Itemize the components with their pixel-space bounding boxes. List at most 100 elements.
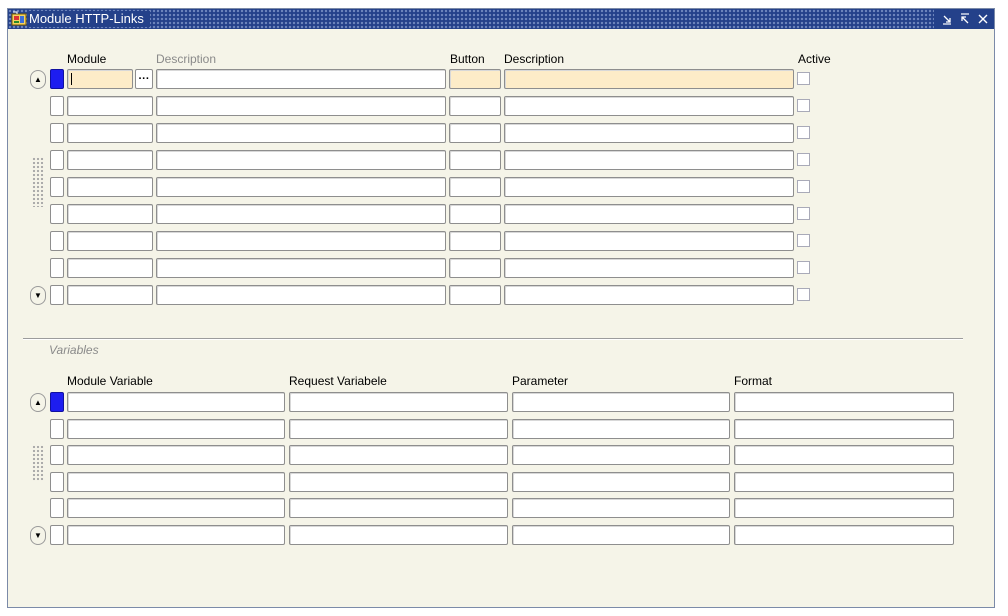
parameter-field[interactable] [512, 525, 730, 545]
request-variable-field[interactable] [289, 445, 508, 465]
request-variable-field[interactable] [289, 392, 508, 412]
button-description-field[interactable] [504, 69, 794, 89]
button-field[interactable] [449, 258, 501, 278]
module-variable-field[interactable] [67, 498, 285, 518]
description-field[interactable] [156, 69, 446, 89]
active-checkbox[interactable] [797, 180, 810, 193]
row-selector[interactable] [50, 231, 64, 251]
module-field[interactable] [67, 258, 153, 278]
module-field[interactable] [67, 231, 153, 251]
description-field[interactable] [156, 204, 446, 224]
header-button-description: Description [504, 52, 565, 66]
scroll-thumb[interactable] [32, 445, 44, 481]
button-field[interactable] [449, 123, 501, 143]
format-field[interactable] [734, 392, 954, 412]
format-field[interactable] [734, 419, 954, 439]
row-selector[interactable] [50, 123, 64, 143]
row-selector[interactable] [50, 392, 64, 412]
row-selector[interactable] [50, 525, 64, 545]
active-checkbox[interactable] [797, 288, 810, 301]
parameter-field[interactable] [512, 445, 730, 465]
button-field[interactable] [449, 231, 501, 251]
description-field[interactable] [156, 285, 446, 305]
module-http-links-window: Module HTTP-Links Module Description But… [7, 8, 995, 608]
module-variable-field[interactable] [67, 445, 285, 465]
button-field[interactable] [449, 285, 501, 305]
request-variable-field[interactable] [289, 525, 508, 545]
parameter-field[interactable] [512, 419, 730, 439]
button-field[interactable] [449, 150, 501, 170]
button-field[interactable] [449, 69, 501, 89]
module-variable-field[interactable] [67, 392, 285, 412]
row-selector[interactable] [50, 177, 64, 197]
scroll-up-icon[interactable]: ▲ [30, 70, 46, 89]
module-field[interactable] [67, 150, 153, 170]
request-variable-field[interactable] [289, 472, 508, 492]
row-selector[interactable] [50, 69, 64, 89]
format-field[interactable] [734, 525, 954, 545]
button-description-field[interactable] [504, 204, 794, 224]
row-selector[interactable] [50, 472, 64, 492]
row-selector[interactable] [50, 96, 64, 116]
parameter-field[interactable] [512, 472, 730, 492]
button-description-field[interactable] [504, 96, 794, 116]
button-description-field[interactable] [504, 285, 794, 305]
button-description-field[interactable] [504, 177, 794, 197]
row-selector[interactable] [50, 498, 64, 518]
row-selector[interactable] [50, 204, 64, 224]
active-checkbox[interactable] [797, 72, 810, 85]
scroll-down-icon[interactable]: ▼ [30, 526, 46, 545]
module-variable-field[interactable] [67, 525, 285, 545]
row-selector[interactable] [50, 258, 64, 278]
button-description-field[interactable] [504, 123, 794, 143]
description-field[interactable] [156, 123, 446, 143]
active-checkbox[interactable] [797, 234, 810, 247]
header-active: Active [798, 52, 831, 66]
list-of-values-button[interactable]: ··· [135, 69, 153, 89]
scroll-thumb[interactable] [32, 157, 44, 207]
format-field[interactable] [734, 445, 954, 465]
module-field[interactable] [67, 204, 153, 224]
module-field[interactable] [67, 123, 153, 143]
request-variable-field[interactable] [289, 419, 508, 439]
module-field[interactable] [67, 96, 153, 116]
active-checkbox[interactable] [797, 261, 810, 274]
header-request-variable: Request Variabele [289, 374, 387, 388]
section-divider [23, 338, 963, 340]
row-selector[interactable] [50, 419, 64, 439]
description-field[interactable] [156, 150, 446, 170]
module-variable-field[interactable] [67, 472, 285, 492]
parameter-field[interactable] [512, 392, 730, 412]
button-field[interactable] [449, 96, 501, 116]
button-field[interactable] [449, 204, 501, 224]
button-description-field[interactable] [504, 150, 794, 170]
request-variable-field[interactable] [289, 498, 508, 518]
active-checkbox[interactable] [797, 99, 810, 112]
row-selector[interactable] [50, 285, 64, 305]
active-checkbox[interactable] [797, 126, 810, 139]
close-icon[interactable] [974, 10, 992, 28]
module-field[interactable] [67, 69, 133, 89]
button-field[interactable] [449, 177, 501, 197]
row-selector[interactable] [50, 150, 64, 170]
scroll-up-icon[interactable]: ▲ [30, 393, 46, 412]
scroll-down-icon[interactable]: ▼ [30, 286, 46, 305]
active-checkbox[interactable] [797, 153, 810, 166]
module-field[interactable] [67, 285, 153, 305]
description-field[interactable] [156, 96, 446, 116]
parameter-field[interactable] [512, 498, 730, 518]
row-selector[interactable] [50, 445, 64, 465]
active-checkbox[interactable] [797, 207, 810, 220]
module-field[interactable] [67, 177, 153, 197]
maximize-icon[interactable] [956, 10, 974, 28]
minimize-icon[interactable] [938, 10, 956, 28]
title-bar[interactable]: Module HTTP-Links [8, 9, 994, 29]
description-field[interactable] [156, 258, 446, 278]
module-variable-field[interactable] [67, 419, 285, 439]
description-field[interactable] [156, 177, 446, 197]
format-field[interactable] [734, 498, 954, 518]
button-description-field[interactable] [504, 258, 794, 278]
description-field[interactable] [156, 231, 446, 251]
format-field[interactable] [734, 472, 954, 492]
button-description-field[interactable] [504, 231, 794, 251]
